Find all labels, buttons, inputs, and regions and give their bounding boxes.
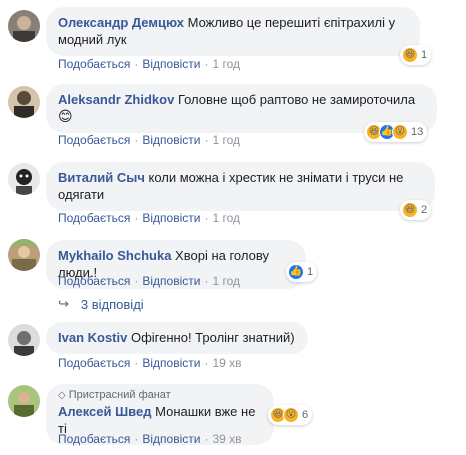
separator: · bbox=[134, 211, 139, 225]
avatar[interactable] bbox=[8, 239, 40, 271]
reaction-count: 1 bbox=[307, 266, 314, 278]
reaction-count: 2 bbox=[421, 204, 428, 216]
comment-author[interactable]: Виталий Сыч bbox=[58, 170, 145, 185]
comment-time[interactable]: 19 хв bbox=[212, 356, 241, 370]
comment-actions: Подобається · Відповісти · 39 хв bbox=[58, 432, 242, 446]
separator: · bbox=[134, 356, 139, 370]
like-link[interactable]: Подобається bbox=[58, 211, 130, 225]
comment-actions: Подобається · Відповісти · 19 хв bbox=[58, 356, 242, 370]
like-link[interactable]: Подобається bbox=[58, 432, 130, 446]
comment-author[interactable]: Aleksandr Zhidkov bbox=[58, 92, 174, 107]
comment-author[interactable]: Ivan Kostiv bbox=[58, 330, 127, 345]
reply-link[interactable]: Відповісти bbox=[142, 356, 200, 370]
comment-bubble: Виталий Сыч коли можна і хрестик не знім… bbox=[46, 162, 435, 211]
comment-actions: Подобається · Відповісти · 1 год bbox=[58, 57, 240, 71]
separator: · bbox=[204, 57, 209, 71]
like-link[interactable]: Подобається bbox=[58, 274, 130, 288]
comment-bubble: Ivan Kostiv Офігенно! Тролінг знатний) bbox=[46, 322, 308, 354]
replies-count-label: 3 відповіді bbox=[80, 296, 144, 312]
reactions-summary[interactable]: 👍 1 bbox=[286, 262, 318, 282]
like-link[interactable]: Подобається bbox=[58, 356, 130, 370]
diamond-icon: ◇ bbox=[58, 390, 66, 401]
avatar[interactable] bbox=[8, 10, 40, 42]
separator: · bbox=[204, 432, 209, 446]
separator: · bbox=[204, 211, 209, 225]
comment-bubble: Олександр Демцюх Можливо це перешиті єпі… bbox=[46, 7, 420, 56]
reaction-count: 1 bbox=[421, 49, 428, 61]
reaction-count: 13 bbox=[411, 126, 424, 138]
haha-reaction-icon: 😆 bbox=[402, 47, 418, 63]
like-reaction-icon: 👍 bbox=[288, 264, 304, 280]
smile-emoji-icon: 😊 bbox=[58, 108, 73, 124]
avatar[interactable] bbox=[8, 86, 40, 118]
avatar[interactable] bbox=[8, 385, 40, 417]
wow-reaction-icon: 😮 bbox=[392, 124, 408, 140]
comment-author[interactable]: Олександр Демцюх bbox=[58, 15, 184, 30]
badge-label: Пристрасний фанат bbox=[68, 389, 171, 401]
comment-time[interactable]: 39 хв bbox=[212, 432, 241, 446]
top-fan-badge: ◇ Пристрасний фанат bbox=[58, 389, 262, 402]
comment-time[interactable]: 1 год bbox=[212, 57, 240, 71]
comment-text: Офігенно! Тролінг знатний) bbox=[130, 330, 295, 345]
separator: · bbox=[134, 274, 139, 288]
reaction-count: 6 bbox=[302, 409, 309, 421]
reactions-summary[interactable]: 😆 👍 😮 13 bbox=[364, 122, 428, 142]
comment-time[interactable]: 1 год bbox=[212, 274, 240, 288]
separator: · bbox=[204, 274, 209, 288]
comment-actions: Подобається · Відповісти · 1 год bbox=[58, 133, 240, 147]
comment-author[interactable]: Mykhailo Shchuka bbox=[58, 248, 171, 263]
avatar[interactable] bbox=[8, 163, 40, 195]
like-link[interactable]: Подобається bbox=[58, 57, 130, 71]
reply-link[interactable]: Відповісти bbox=[142, 211, 200, 225]
reactions-summary[interactable]: 😆 😮 6 bbox=[268, 405, 313, 425]
reply-link[interactable]: Відповісти bbox=[142, 274, 200, 288]
comment-author[interactable]: Алексей Швед bbox=[58, 404, 151, 419]
separator: · bbox=[134, 133, 139, 147]
like-link[interactable]: Подобається bbox=[58, 133, 130, 147]
reactions-summary[interactable]: 😆 2 bbox=[400, 200, 432, 220]
separator: · bbox=[134, 57, 139, 71]
separator: · bbox=[204, 356, 209, 370]
reply-link[interactable]: Відповісти bbox=[142, 133, 200, 147]
wow-reaction-icon: 😮 bbox=[283, 407, 299, 423]
reply-link[interactable]: Відповісти bbox=[142, 57, 200, 71]
separator: · bbox=[134, 432, 139, 446]
avatar[interactable] bbox=[8, 324, 40, 356]
comment-text: Головне щоб раптово не замироточила bbox=[177, 92, 416, 107]
view-replies-link[interactable]: ↪ 3 відповіді bbox=[58, 296, 144, 312]
haha-reaction-icon: 😆 bbox=[402, 202, 418, 218]
comment-time[interactable]: 1 год bbox=[212, 211, 240, 225]
reply-arrow-icon: ↪ bbox=[58, 296, 69, 311]
separator: · bbox=[204, 133, 209, 147]
reactions-summary[interactable]: 😆 1 bbox=[400, 45, 432, 65]
reply-link[interactable]: Відповісти bbox=[142, 432, 200, 446]
comment-time[interactable]: 1 год bbox=[212, 133, 240, 147]
comment-actions: Подобається · Відповісти · 1 год bbox=[58, 274, 240, 288]
comment-actions: Подобається · Відповісти · 1 год bbox=[58, 211, 240, 225]
